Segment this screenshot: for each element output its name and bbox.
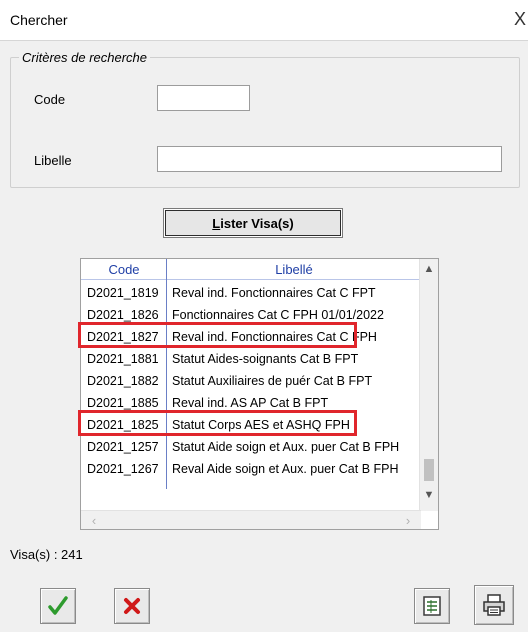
criteria-legend: Critères de recherche [22,50,147,65]
cancel-button[interactable] [114,588,150,624]
row-code: D2021_1267 [87,462,159,476]
column-header-libelle[interactable]: Libellé [167,262,421,277]
list-visas-button[interactable]: Lister Visa(s) [163,208,343,238]
printer-icon [483,594,505,616]
table-row[interactable]: D2021_1819 Reval ind. Fonctionnaires Cat … [81,282,421,304]
spreadsheet-icon [423,596,441,616]
row-libelle: Reval ind. AS AP Cat B FPT [172,396,329,410]
header-divider [81,279,421,280]
row-code: D2021_1827 [87,330,159,344]
window-title: Chercher [10,12,68,28]
list-header: Code Libellé [81,259,421,279]
scroll-right-icon[interactable]: › [399,513,417,528]
table-row[interactable]: D2021_1827 Reval ind. Fonctionnaires Cat … [81,326,421,348]
scroll-down-icon[interactable]: ▼ [420,489,438,507]
green-checkmark-icon [48,596,68,615]
red-x-icon [124,598,140,614]
row-libelle: Fonctionnaires Cat C FPH 01/01/2022 [172,308,384,322]
row-code: D2021_1257 [87,440,159,454]
visa-list[interactable]: Code Libellé D2021_1819 Reval ind. Foncti… [80,258,439,530]
list-rows: D2021_1819 Reval ind. Fonctionnaires Cat … [81,282,421,480]
table-row[interactable]: D2021_1257 Statut Aide soign et Aux. puer… [81,436,421,458]
ok-button[interactable] [40,588,76,624]
title-bar: Chercher X [0,0,528,41]
list-button-label: ister Visa(s) [220,215,294,231]
column-header-code[interactable]: Code [81,262,167,277]
row-libelle: Reval Aide soign et Aux. puer Cat B FPH [172,462,399,476]
row-code: D2021_1819 [87,286,159,300]
row-libelle: Reval ind. Fonctionnaires Cat C FPT [172,286,376,300]
row-code: D2021_1881 [87,352,159,366]
table-row[interactable]: D2021_1882 Statut Auxiliaires de puér Cat… [81,370,421,392]
row-libelle: Statut Corps AES et ASHQ FPH [172,418,350,432]
visa-count: Visa(s) : 241 [10,547,83,562]
table-row[interactable]: D2021_1881 Statut Aides-soignants Cat B F… [81,348,421,370]
scroll-up-icon[interactable]: ▲ [420,263,438,281]
code-input[interactable] [157,85,250,111]
table-row[interactable]: D2021_1825 Statut Corps AES et ASHQ FPH [81,414,421,436]
vertical-scrollbar[interactable]: ▲ ▼ [419,259,438,511]
row-code: D2021_1825 [87,418,159,432]
table-row[interactable]: D2021_1826 Fonctionnaires Cat C FPH 01/01… [81,304,421,326]
horizontal-scrollbar[interactable]: ‹ › [81,510,421,529]
code-label: Code [34,92,66,107]
libelle-label: Libelle [34,153,72,168]
print-button[interactable] [474,585,514,625]
export-button[interactable] [414,588,450,624]
table-row[interactable]: D2021_1267 Reval Aide soign et Aux. puer … [81,458,421,480]
table-row[interactable]: D2021_1885 Reval ind. AS AP Cat B FPT [81,392,421,414]
list-button-accelerator: L [212,215,221,231]
scroll-thumb[interactable] [424,459,434,481]
row-libelle: Statut Aide soign et Aux. puer Cat B FPH [172,440,400,454]
row-libelle: Reval ind. Fonctionnaires Cat C FPH [172,330,377,344]
row-code: D2021_1826 [87,308,159,322]
libelle-input[interactable] [157,146,502,172]
close-icon[interactable]: X [514,9,526,30]
row-code: D2021_1882 [87,374,159,388]
row-code: D2021_1885 [87,396,159,410]
row-libelle: Statut Aides-soignants Cat B FPT [172,352,359,366]
scroll-left-icon[interactable]: ‹ [85,513,103,528]
row-libelle: Statut Auxiliaires de puér Cat B FPT [172,374,373,388]
